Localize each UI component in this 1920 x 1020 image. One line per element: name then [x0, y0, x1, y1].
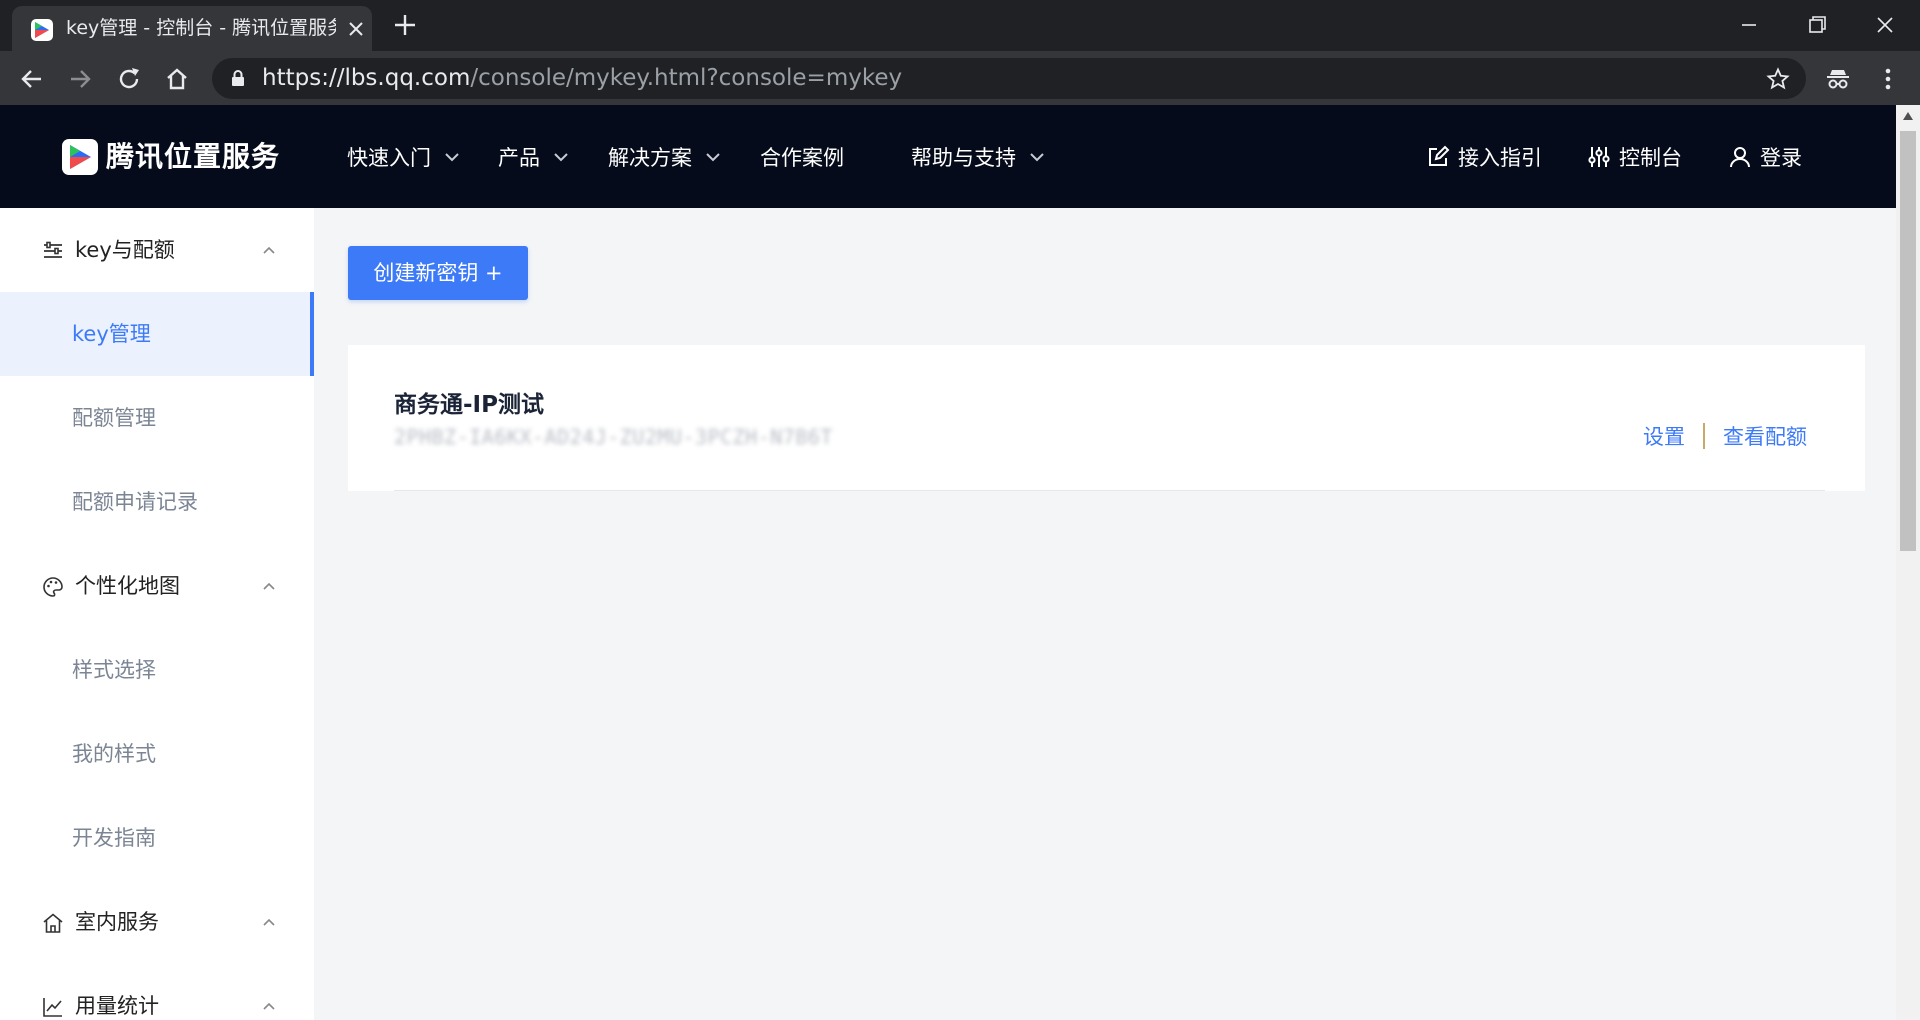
sidebar-item-quota-manage[interactable]: 配额管理	[0, 376, 314, 460]
sidebar-item-style-select[interactable]: 样式选择	[0, 628, 314, 712]
chevron-down-icon	[706, 152, 720, 161]
close-tab-icon[interactable]	[346, 19, 366, 39]
action-separator	[1703, 423, 1705, 449]
key-name: 商务通-IP测试	[394, 392, 544, 418]
sidebar-group-key-quota[interactable]: key与配额	[0, 208, 314, 292]
nav-solutions[interactable]: 解决方案	[608, 105, 722, 208]
nav-console[interactable]: 控制台	[1587, 105, 1682, 208]
chevron-down-icon	[1030, 152, 1044, 161]
chevron-up-icon	[263, 918, 275, 926]
browser-tab[interactable]: key管理 - 控制台 - 腾讯位置服务	[12, 6, 372, 51]
home-icon	[43, 913, 63, 933]
url-text: https://lbs.qq.com/console/mykey.html?co…	[262, 65, 903, 91]
sidebar-item-key-manage[interactable]: key管理	[0, 292, 314, 376]
browser-menu-icon[interactable]	[1876, 65, 1900, 93]
chevron-down-icon	[554, 152, 568, 161]
nav-quick-start[interactable]: 快速入门	[347, 105, 461, 208]
sliders-icon	[1588, 146, 1610, 167]
tencent-map-logo-icon[interactable]	[62, 139, 98, 175]
nav-login[interactable]: 登录	[1728, 105, 1802, 208]
sidebar: key与配额 key管理 配额管理 配额申请记录 个性化地图 样式选择 我的样式…	[0, 208, 314, 1020]
tab-title: key管理 - 控制台 - 腾讯位置服务	[66, 17, 336, 39]
lock-icon[interactable]	[228, 68, 248, 88]
sidebar-group-usage[interactable]: 用量统计	[0, 964, 314, 1020]
key-actions: 设置 查看配额	[1643, 421, 1807, 451]
browser-toolbar: https://lbs.qq.com/console/mykey.html?co…	[0, 51, 1920, 105]
new-tab-icon[interactable]	[392, 12, 418, 38]
sidebar-group-indoor[interactable]: 室内服务	[0, 880, 314, 964]
nav-help-support[interactable]: 帮助与支持	[911, 105, 1046, 208]
chevron-up-icon	[263, 582, 275, 590]
sidebar-item-quota-apply[interactable]: 配额申请记录	[0, 460, 314, 544]
browser-tabstrip: key管理 - 控制台 - 腾讯位置服务	[0, 0, 1920, 51]
sidebar-item-dev-guide[interactable]: 开发指南	[0, 796, 314, 880]
card-divider	[394, 490, 1825, 491]
forward-icon[interactable]	[66, 65, 94, 93]
sidebar-group-custom-map[interactable]: 个性化地图	[0, 544, 314, 628]
palette-icon	[43, 577, 63, 597]
chevron-down-icon	[445, 152, 459, 161]
scroll-up-arrow-icon[interactable]	[1902, 111, 1914, 121]
line-chart-icon	[43, 998, 62, 1017]
reload-icon[interactable]	[115, 65, 143, 93]
bookmark-star-icon[interactable]	[1766, 67, 1790, 91]
user-icon	[1730, 146, 1750, 167]
nav-access-guide[interactable]: 接入指引	[1426, 105, 1542, 208]
scrollbar-thumb[interactable]	[1900, 131, 1916, 551]
close-window-icon[interactable]	[1870, 10, 1900, 40]
tencent-map-favicon-icon	[31, 19, 53, 41]
chevron-up-icon	[263, 1002, 275, 1010]
address-bar[interactable]: https://lbs.qq.com/console/mykey.html?co…	[212, 58, 1806, 99]
logo-text[interactable]: 腾讯位置服务	[106, 105, 280, 208]
view-quota-link[interactable]: 查看配额	[1723, 421, 1807, 451]
nav-cases[interactable]: 合作案例	[760, 105, 844, 208]
list-settings-icon	[44, 241, 62, 258]
site-header: 腾讯位置服务 快速入门 产品 解决方案 合作案例 帮助与支持 接入指引 控制台	[0, 105, 1896, 208]
create-key-button[interactable]: 创建新密钥 +	[348, 246, 528, 300]
key-card: 商务通-IP测试 2PHBZ-IA6KX-AD24J-ZU2MU-3PCZH-N…	[348, 345, 1865, 491]
minimize-icon[interactable]	[1734, 10, 1764, 40]
settings-link[interactable]: 设置	[1643, 421, 1685, 451]
home-icon[interactable]	[163, 65, 191, 93]
restore-icon[interactable]	[1802, 10, 1832, 40]
sidebar-item-my-style[interactable]: 我的样式	[0, 712, 314, 796]
nav-products[interactable]: 产品	[498, 105, 570, 208]
back-icon[interactable]	[18, 65, 46, 93]
edit-icon	[1429, 145, 1450, 166]
chevron-up-icon	[263, 246, 275, 254]
incognito-extension-icon[interactable]	[1824, 65, 1852, 93]
key-value: 2PHBZ-IA6KX-AD24J-ZU2MU-3PCZH-N7B6T	[394, 425, 833, 449]
page-scrollbar[interactable]	[1896, 105, 1920, 1020]
